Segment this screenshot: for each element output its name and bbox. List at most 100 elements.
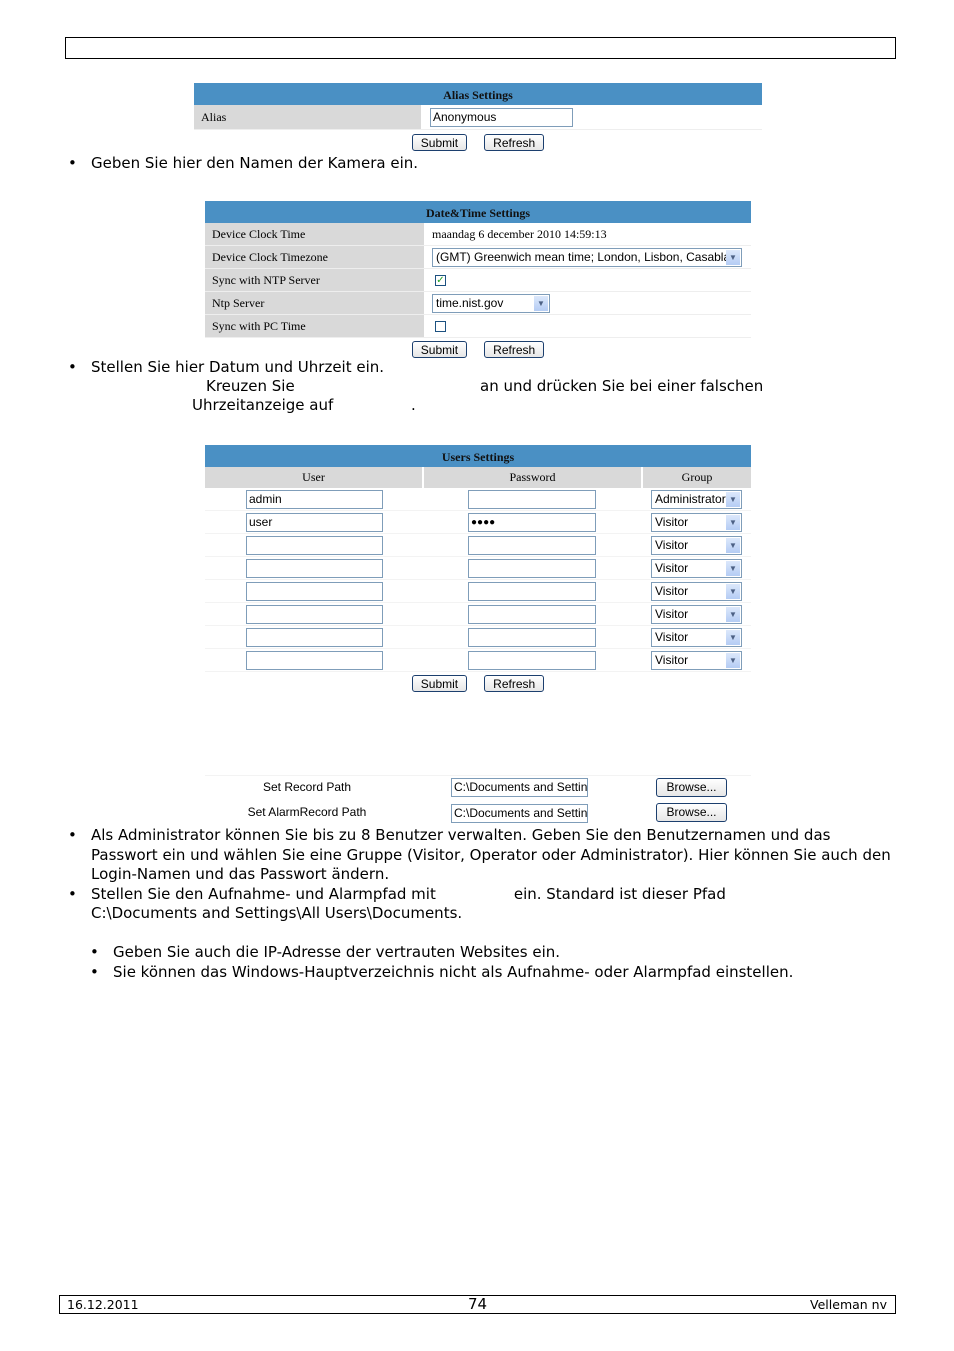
chevron-down-icon[interactable]: ▼ — [726, 652, 740, 668]
column-header-group: Group — [643, 467, 751, 488]
user-row: Visitor ▼ — [205, 557, 751, 580]
paths-bullet-text-a: Stellen Sie den Aufnahme- und Alarmpfad … — [91, 884, 436, 903]
user-group-select[interactable]: Visitor ▼ — [651, 512, 742, 532]
user-group-select-value: Visitor — [655, 537, 689, 552]
user-password-input[interactable] — [468, 604, 596, 624]
paths-bullet-text-b: ein. Standard ist dieser Pfad — [513, 884, 726, 903]
chevron-down-icon[interactable]: ▼ — [726, 514, 740, 530]
device-clock-time-label: Device Clock Time — [205, 223, 426, 245]
user-group-select[interactable]: Administrator ▼ — [651, 489, 742, 509]
user-name-input[interactable] — [246, 627, 383, 647]
column-header-user: User — [205, 467, 424, 488]
user-name-input[interactable] — [246, 604, 383, 624]
datetime-settings-panel: Date&Time Settings Device Clock Time maa… — [205, 201, 751, 360]
alias-submit-button[interactable]: Submit — [411, 133, 468, 151]
user-group-select[interactable]: Visitor ▼ — [651, 535, 742, 555]
user-name-input[interactable] — [246, 558, 383, 578]
record-path-label: Set Record Path — [262, 780, 352, 794]
user-row: Visitor ▼ — [205, 580, 751, 603]
user-group-select-value: Visitor — [655, 560, 689, 575]
footer-company: Velleman nv — [810, 1297, 887, 1312]
user-password-input[interactable] — [468, 558, 596, 578]
user-row: admin Administrator ▼ — [205, 488, 751, 511]
sync-pc-label: Sync with PC Time — [205, 315, 426, 337]
alias-description: Geben Sie hier den Namen der Kamera ein. — [66, 154, 886, 174]
alias-label: Alias — [194, 105, 423, 129]
ntp-server-label: Ntp Server — [205, 292, 426, 314]
user-password-input[interactable] — [468, 581, 596, 601]
datetime-refresh-button[interactable]: Refresh — [484, 340, 545, 358]
user-row: Visitor ▼ — [205, 603, 751, 626]
datetime-text-line2a: Kreuzen Sie — [206, 377, 295, 395]
ntp-server-select[interactable]: time.nist.gov ▼ — [432, 293, 550, 313]
timezone-select-value: (GMT) Greenwich mean time; London, Lisbo… — [436, 249, 737, 264]
user-group-select-value: Visitor — [655, 652, 689, 667]
chevron-down-icon[interactable]: ▼ — [726, 560, 740, 576]
alias-bullet: Geben Sie hier den Namen der Kamera ein. — [66, 154, 886, 174]
user-name-input[interactable]: user — [246, 512, 383, 532]
sync-ntp-checkbox[interactable]: ✓ — [435, 274, 446, 286]
chevron-down-icon[interactable]: ▼ — [726, 491, 740, 507]
record-paths-panel: Set Record Path C:\Documents and Setting… — [205, 775, 751, 826]
user-name-input[interactable]: admin — [246, 489, 383, 509]
note-bullet-ip: Geben Sie auch die IP-Adresse der vertra… — [88, 943, 888, 963]
note-bullet-windows: Sie können das Windows-Hauptverzeichnis … — [88, 963, 888, 983]
users-settings-panel: Users Settings User Password Group admin… — [205, 445, 751, 695]
datetime-text-line3a: Uhrzeitanzeige auf — [192, 396, 334, 414]
users-submit-button[interactable]: Submit — [411, 675, 468, 692]
alarm-path-browse-button[interactable]: Browse... — [656, 803, 727, 822]
datetime-description: Stellen Sie hier Datum und Uhrzeit ein. — [66, 358, 886, 378]
user-password-input[interactable] — [468, 627, 596, 647]
user-group-select[interactable]: Visitor ▼ — [651, 558, 742, 578]
record-path-browse-button[interactable]: Browse... — [656, 778, 727, 797]
chevron-down-icon[interactable]: ▼ — [726, 249, 740, 265]
ntp-server-select-value: time.nist.gov — [436, 295, 504, 310]
record-path-input[interactable]: C:\Documents and Setting — [451, 778, 588, 797]
users-settings-title: Users Settings — [205, 445, 751, 467]
alias-settings-title: Alias Settings — [194, 83, 762, 105]
user-group-select-value: Visitor — [655, 514, 689, 529]
alias-input[interactable]: Anonymous — [430, 107, 573, 127]
datetime-bullet: Stellen Sie hier Datum und Uhrzeit ein. — [66, 358, 886, 378]
chevron-down-icon[interactable]: ▼ — [726, 537, 740, 553]
datetime-settings-title: Date&Time Settings — [205, 201, 751, 223]
user-row: user ●●●● Visitor ▼ — [205, 511, 751, 534]
user-name-input[interactable] — [246, 535, 383, 555]
user-group-select-value: Visitor — [655, 629, 689, 644]
alarm-path-input[interactable]: C:\Documents and Setting — [451, 804, 588, 823]
chevron-down-icon[interactable]: ▼ — [726, 606, 740, 622]
user-group-select[interactable]: Visitor ▼ — [651, 650, 742, 670]
footer-page-number: 74 — [467, 1295, 488, 1313]
paths-bullet: Stellen Sie den Aufnahme- und Alarmpfad … — [66, 885, 896, 924]
user-row: Visitor ▼ — [205, 626, 751, 649]
user-name-input[interactable] — [246, 650, 383, 670]
alias-refresh-button[interactable]: Refresh — [484, 133, 545, 151]
chevron-down-icon[interactable]: ▼ — [726, 583, 740, 599]
timezone-select[interactable]: (GMT) Greenwich mean time; London, Lisbo… — [432, 247, 742, 267]
alias-settings-panel: Alias Settings Alias Anonymous Submit Re… — [194, 83, 762, 154]
user-name-input[interactable] — [246, 581, 383, 601]
user-password-input[interactable]: ●●●● — [468, 512, 596, 532]
sync-ntp-label: Sync with NTP Server — [205, 269, 426, 291]
sync-pc-checkbox[interactable] — [435, 320, 446, 332]
users-refresh-button[interactable]: Refresh — [484, 675, 545, 692]
user-password-input[interactable] — [468, 650, 596, 670]
user-row: Visitor ▼ — [205, 649, 751, 672]
alarm-path-label: Set AlarmRecord Path — [247, 805, 367, 819]
user-group-select[interactable]: Visitor ▼ — [651, 627, 742, 647]
user-group-select-value: Visitor — [655, 606, 689, 621]
chevron-down-icon[interactable]: ▼ — [726, 629, 740, 645]
user-password-input[interactable] — [468, 489, 596, 509]
user-password-input[interactable] — [468, 535, 596, 555]
checkmark-icon: ✓ — [436, 274, 445, 286]
chevron-down-icon[interactable]: ▼ — [534, 295, 548, 311]
device-clock-timezone-label: Device Clock Timezone — [205, 246, 426, 268]
user-group-select-value: Visitor — [655, 583, 689, 598]
user-group-select[interactable]: Visitor ▼ — [651, 581, 742, 601]
datetime-submit-button[interactable]: Submit — [411, 340, 468, 358]
page-header-frame — [65, 37, 896, 59]
user-group-select[interactable]: Visitor ▼ — [651, 604, 742, 624]
datetime-text-line3b: . — [411, 396, 416, 414]
user-row: Visitor ▼ — [205, 534, 751, 557]
users-bullet: Als Administrator können Sie bis zu 8 Be… — [66, 826, 896, 885]
